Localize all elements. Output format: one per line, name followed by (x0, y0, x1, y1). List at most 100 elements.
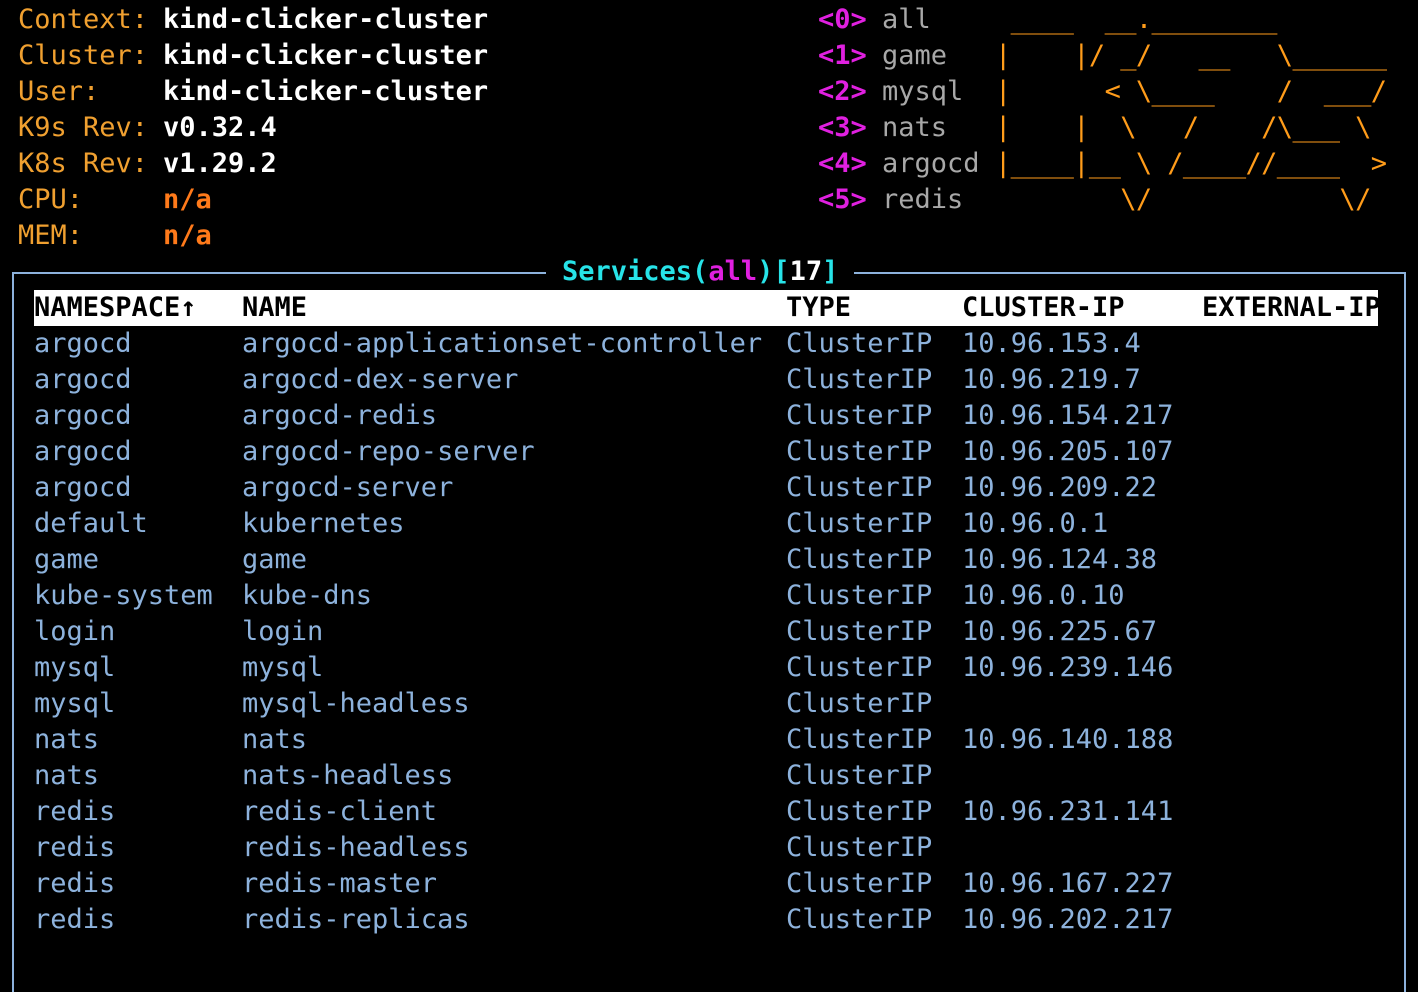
cell-type: ClusterIP (786, 508, 933, 539)
namespace-shortcut[interactable]: <2> mysql (818, 74, 963, 110)
cell-namespace: kube-system (34, 580, 213, 611)
namespace-shortcut-name: nats (882, 112, 948, 143)
cell-name: mysql-headless (242, 688, 470, 719)
namespace-filter: all (708, 256, 758, 287)
cell-namespace: nats (34, 724, 100, 755)
table-row[interactable]: redis redis-headless ClusterIP (34, 830, 1378, 866)
cell-type: ClusterIP (786, 760, 933, 791)
table-row[interactable]: argocd argocd-applicationset-controller Cl… (34, 326, 1378, 362)
cell-name: argocd-applicationset-controller (242, 328, 763, 359)
namespace-shortcut-key: <5> (818, 184, 867, 215)
cell-type: ClusterIP (786, 796, 933, 827)
info-key: Cluster: (18, 40, 149, 71)
cell-cluster-ip: 10.96.209.22 (962, 472, 1158, 503)
cell-type: ClusterIP (786, 616, 933, 647)
namespace-shortcut[interactable]: <1> game (818, 38, 947, 74)
cell-type: ClusterIP (786, 364, 933, 395)
info-value: n/a (163, 220, 212, 251)
cell-cluster-ip: 10.96.202.217 (962, 904, 1174, 935)
column-header-name[interactable]: NAME (242, 290, 307, 326)
cell-namespace: redis (34, 868, 116, 899)
cell-type: ClusterIP (786, 832, 933, 863)
cell-cluster-ip: 10.96.153.4 (962, 328, 1141, 359)
table-row[interactable]: nats nats ClusterIP 10.96.140.188 (34, 722, 1378, 758)
cell-cluster-ip: 10.96.140.188 (962, 724, 1174, 755)
table-row[interactable]: mysql mysql-headless ClusterIP (34, 686, 1378, 722)
cell-type: ClusterIP (786, 868, 933, 899)
namespace-shortcut-name: game (882, 40, 948, 71)
column-header-cluster-ip[interactable]: CLUSTER-IP (962, 290, 1125, 326)
cell-cluster-ip: 10.96.205.107 (962, 436, 1174, 467)
cell-name: redis-headless (242, 832, 470, 863)
namespace-shortcut-key: <1> (818, 40, 867, 71)
column-header-external-ip[interactable]: EXTERNAL-IP (1202, 290, 1381, 326)
cell-namespace: nats (34, 760, 100, 791)
table-row[interactable]: nats nats-headless ClusterIP (34, 758, 1378, 794)
cell-name: redis-client (242, 796, 438, 827)
namespace-shortcut-name: all (882, 4, 931, 35)
column-header-type[interactable]: TYPE (786, 290, 851, 326)
info-key: MEM: (18, 220, 84, 251)
info-value: kind-clicker-cluster (163, 76, 489, 107)
cell-name: kubernetes (242, 508, 405, 539)
table-row[interactable]: mysql mysql ClusterIP 10.96.239.146 (34, 650, 1378, 686)
cell-name: argocd-dex-server (242, 364, 519, 395)
k9s-logo: ____ __.________ | |/ _/ __ \______ | < … (995, 4, 1387, 215)
cell-cluster-ip: 10.96.0.10 (962, 580, 1125, 611)
cell-namespace: redis (34, 832, 116, 863)
info-value: kind-clicker-cluster (163, 4, 489, 35)
cell-type: ClusterIP (786, 328, 933, 359)
cell-cluster-ip: 10.96.124.38 (962, 544, 1158, 575)
cell-name: argocd-redis (242, 400, 438, 431)
info-key: Context: (18, 4, 149, 35)
info-key: K9s Rev: (18, 112, 149, 143)
table-row[interactable]: argocd argocd-dex-server ClusterIP 10.96.21… (34, 362, 1378, 398)
cell-cluster-ip: 10.96.0.1 (962, 508, 1109, 539)
namespace-shortcut[interactable]: <5> redis (818, 182, 963, 218)
cell-cluster-ip: 10.96.154.217 (962, 400, 1174, 431)
table-row[interactable]: redis redis-master ClusterIP 10.96.167.227 (34, 866, 1378, 902)
table-row[interactable]: argocd argocd-redis ClusterIP 10.96.154.217 (34, 398, 1378, 434)
namespace-shortcut-key: <0> (818, 4, 867, 35)
cell-namespace: argocd (34, 364, 132, 395)
cell-name: redis-replicas (242, 904, 470, 935)
table-row[interactable]: redis redis-replicas ClusterIP 10.96.202.21… (34, 902, 1378, 938)
table-row[interactable]: default kubernetes ClusterIP 10.96.0.1 (34, 506, 1378, 542)
info-value: kind-clicker-cluster (163, 40, 489, 71)
cell-name: argocd-repo-server (242, 436, 535, 467)
cell-namespace: argocd (34, 472, 132, 503)
cell-namespace: argocd (34, 328, 132, 359)
cell-type: ClusterIP (786, 544, 933, 575)
cell-name: game (242, 544, 308, 575)
table-row[interactable]: game game ClusterIP 10.96.124.38 (34, 542, 1378, 578)
table-row[interactable]: kube-system kube-dns ClusterIP 10.96.0.10 (34, 578, 1378, 614)
column-header-namespace[interactable]: NAMESPACE↑ (34, 290, 197, 326)
cell-type: ClusterIP (786, 472, 933, 503)
cell-namespace: argocd (34, 400, 132, 431)
info-value: v0.32.4 (163, 112, 277, 143)
cell-name: login (242, 616, 324, 647)
table-row[interactable]: login login ClusterIP 10.96.225.67 (34, 614, 1378, 650)
namespace-shortcut-key: <2> (818, 76, 867, 107)
namespace-shortcut[interactable]: <4> argocd (818, 146, 980, 182)
table-row[interactable]: argocd argocd-repo-server ClusterIP 10.96.2… (34, 434, 1378, 470)
cell-cluster-ip: 10.96.231.141 (962, 796, 1174, 827)
namespace-shortcut[interactable]: <3> nats (818, 110, 947, 146)
cell-cluster-ip: 10.96.239.146 (962, 652, 1174, 683)
cell-namespace: redis (34, 904, 116, 935)
cell-namespace: mysql (34, 652, 116, 683)
table-row[interactable]: redis redis-client ClusterIP 10.96.231.141 (34, 794, 1378, 830)
cell-name: nats (242, 724, 308, 755)
info-key: CPU: (18, 184, 84, 215)
cell-name: nats-headless (242, 760, 454, 791)
cell-name: mysql (242, 652, 324, 683)
cell-namespace: default (34, 508, 148, 539)
cell-type: ClusterIP (786, 436, 933, 467)
namespace-shortcut[interactable]: <0> all (818, 2, 931, 38)
table-row[interactable]: argocd argocd-server ClusterIP 10.96.209.22 (34, 470, 1378, 506)
info-key: User: (18, 76, 100, 107)
cell-type: ClusterIP (786, 688, 933, 719)
cell-namespace: redis (34, 796, 116, 827)
cell-type: ClusterIP (786, 652, 933, 683)
cell-name: kube-dns (242, 580, 373, 611)
